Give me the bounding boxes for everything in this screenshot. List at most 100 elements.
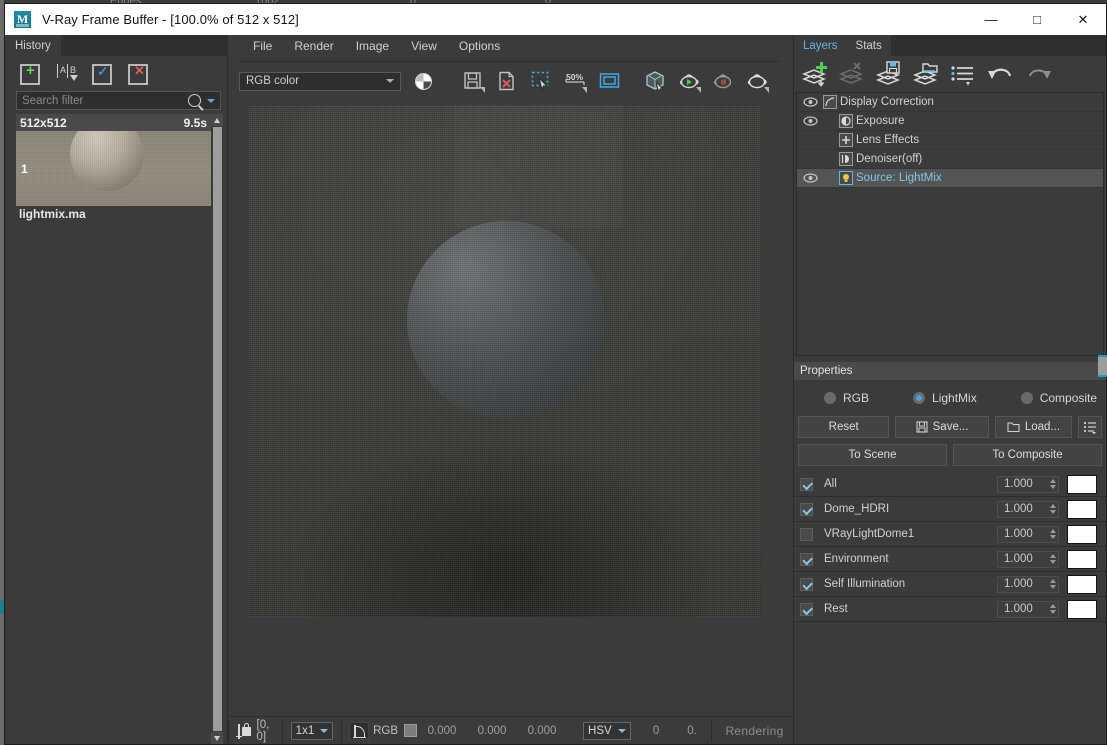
- render-viewport[interactable]: [228, 100, 793, 716]
- mix-checkbox[interactable]: [800, 552, 813, 566]
- history-scroll-thumb[interactable]: [212, 127, 222, 731]
- pixel-lock-icon[interactable]: [236, 722, 252, 739]
- mix-color-swatch[interactable]: [1067, 474, 1097, 494]
- mix-row-environment[interactable]: Environment 1.000: [794, 547, 1106, 572]
- to-composite-label: To Composite: [992, 449, 1063, 461]
- search-input[interactable]: [17, 94, 188, 107]
- history-entry-index: 1: [21, 162, 28, 176]
- layers-list[interactable]: Display Correction Exposure Lens Effects…: [796, 92, 1104, 356]
- zoom-level-icon[interactable]: 50%: [560, 68, 590, 94]
- save-button[interactable]: Save...: [895, 416, 989, 438]
- mix-checkbox[interactable]: [800, 577, 813, 591]
- to-scene-button[interactable]: To Scene: [798, 444, 947, 466]
- clear-image-icon[interactable]: [492, 68, 522, 94]
- set-as-compare-icon[interactable]: ✓: [90, 62, 116, 86]
- mix-color-swatch[interactable]: [1067, 524, 1097, 544]
- properties-header: Properties: [794, 362, 1106, 380]
- undo-icon[interactable]: [984, 60, 1018, 88]
- menu-render[interactable]: Render: [283, 35, 344, 57]
- load-layers-icon[interactable]: [910, 60, 944, 88]
- radio-rgb[interactable]: RGB: [824, 391, 869, 405]
- history-scroll-up-icon[interactable]: [211, 114, 223, 126]
- properties-menu-button[interactable]: [1078, 416, 1102, 438]
- layer-row-denoiser[interactable]: Denoiser(off): [797, 150, 1103, 169]
- render-stop-icon[interactable]: [708, 68, 738, 94]
- hsv-select[interactable]: HSV: [583, 721, 632, 740]
- tab-stats[interactable]: Stats: [846, 35, 891, 56]
- layer-row-source-lightmix[interactable]: Source: LightMix: [797, 169, 1103, 188]
- history-scrollbar[interactable]: [211, 114, 223, 744]
- viewport-toolbar: RGB color 50%: [228, 62, 793, 100]
- menu-image[interactable]: Image: [345, 35, 400, 57]
- mix-row-self-illumination[interactable]: Self Illumination 1.000: [794, 572, 1106, 597]
- mix-intensity-stepper[interactable]: 1.000: [997, 475, 1059, 493]
- mix-row-vraylightdome1[interactable]: VRayLightDome1 1.000: [794, 522, 1106, 547]
- mix-row-rest[interactable]: Rest 1.000: [794, 597, 1106, 622]
- rendered-image[interactable]: [249, 105, 761, 617]
- mix-checkbox[interactable]: [800, 527, 813, 541]
- render-last-icon[interactable]: [640, 68, 670, 94]
- add-to-history-icon[interactable]: +: [18, 62, 44, 86]
- mix-color-swatch[interactable]: [1067, 549, 1097, 569]
- search-options-chevron-down-icon[interactable]: [207, 98, 215, 103]
- delete-layer-icon[interactable]: [836, 60, 870, 88]
- visibility-eye-icon[interactable]: [797, 97, 823, 107]
- mix-color-swatch[interactable]: [1067, 574, 1097, 594]
- render-interactive-icon[interactable]: [742, 68, 772, 94]
- color-mode-icon[interactable]: [415, 72, 432, 90]
- history-entry[interactable]: 512x512 9.5s 1 lightmix.ma: [16, 114, 211, 222]
- mix-checkbox[interactable]: [800, 502, 813, 516]
- radio-label: Composite: [1039, 391, 1098, 405]
- fit-to-window-icon[interactable]: [594, 68, 624, 94]
- properties-button-row-2: To Scene To Composite: [794, 438, 1106, 466]
- mix-intensity-stepper[interactable]: 1.000: [997, 500, 1059, 518]
- visibility-eye-icon[interactable]: [797, 116, 823, 126]
- remove-from-history-icon[interactable]: ✕: [126, 62, 152, 86]
- to-composite-button[interactable]: To Composite: [953, 444, 1102, 466]
- region-select-icon[interactable]: [526, 68, 556, 94]
- menu-options[interactable]: Options: [448, 35, 511, 57]
- tab-history[interactable]: History: [5, 35, 61, 56]
- sort-history-icon[interactable]: A B: [54, 62, 80, 86]
- mix-row-dome-hdri[interactable]: Dome_HDRI 1.000: [794, 497, 1106, 522]
- reset-button[interactable]: Reset: [798, 416, 890, 438]
- sampling-select[interactable]: 1x1: [290, 721, 333, 740]
- history-search-row[interactable]: [16, 91, 221, 110]
- host-scrollbar-fragment[interactable]: [1098, 355, 1107, 377]
- mix-color-swatch[interactable]: [1067, 599, 1097, 619]
- mix-row-all[interactable]: All 1.000: [794, 472, 1106, 497]
- menu-view[interactable]: View: [400, 35, 448, 57]
- history-entry-thumbnail[interactable]: 1: [16, 131, 211, 206]
- mix-intensity-stepper[interactable]: 1.000: [997, 600, 1059, 618]
- minimize-button[interactable]: —: [968, 4, 1014, 35]
- visibility-eye-icon[interactable]: [797, 173, 823, 183]
- save-layers-icon[interactable]: [873, 60, 907, 88]
- save-image-icon[interactable]: [458, 68, 488, 94]
- mix-intensity-stepper[interactable]: 1.000: [997, 575, 1059, 593]
- close-button[interactable]: ✕: [1060, 4, 1106, 35]
- curve-toggle-icon[interactable]: [349, 721, 370, 740]
- tab-layers[interactable]: Layers: [794, 35, 847, 56]
- channel-select[interactable]: RGB color: [239, 71, 401, 91]
- maximize-button[interactable]: □: [1014, 4, 1060, 35]
- radio-lightmix[interactable]: LightMix: [913, 391, 977, 405]
- menu-file[interactable]: File: [242, 35, 283, 57]
- mix-intensity-stepper[interactable]: 1.000: [997, 525, 1059, 543]
- history-toolbar: + A B ✓ ✕: [5, 56, 227, 91]
- history-scroll-down-icon[interactable]: [211, 732, 223, 744]
- layer-row-exposure[interactable]: Exposure: [797, 112, 1103, 131]
- mix-checkbox[interactable]: [800, 477, 813, 491]
- mix-checkbox[interactable]: [800, 602, 813, 616]
- layer-row-lens-effects[interactable]: Lens Effects: [797, 131, 1103, 150]
- mix-color-swatch[interactable]: [1067, 499, 1097, 519]
- render-start-icon[interactable]: [674, 68, 704, 94]
- mix-intensity-stepper[interactable]: 1.000: [997, 550, 1059, 568]
- color-space-label: RGB: [373, 724, 399, 737]
- load-button[interactable]: Load...: [994, 416, 1073, 438]
- layer-row-display-correction[interactable]: Display Correction: [797, 93, 1103, 112]
- add-layer-icon[interactable]: [799, 60, 833, 88]
- redo-icon[interactable]: [1021, 60, 1055, 88]
- color-readout-cell: RGB 0.000 0.000 0.000: [341, 717, 575, 745]
- radio-composite[interactable]: Composite: [1020, 391, 1098, 405]
- layer-presets-icon[interactable]: [947, 60, 981, 88]
